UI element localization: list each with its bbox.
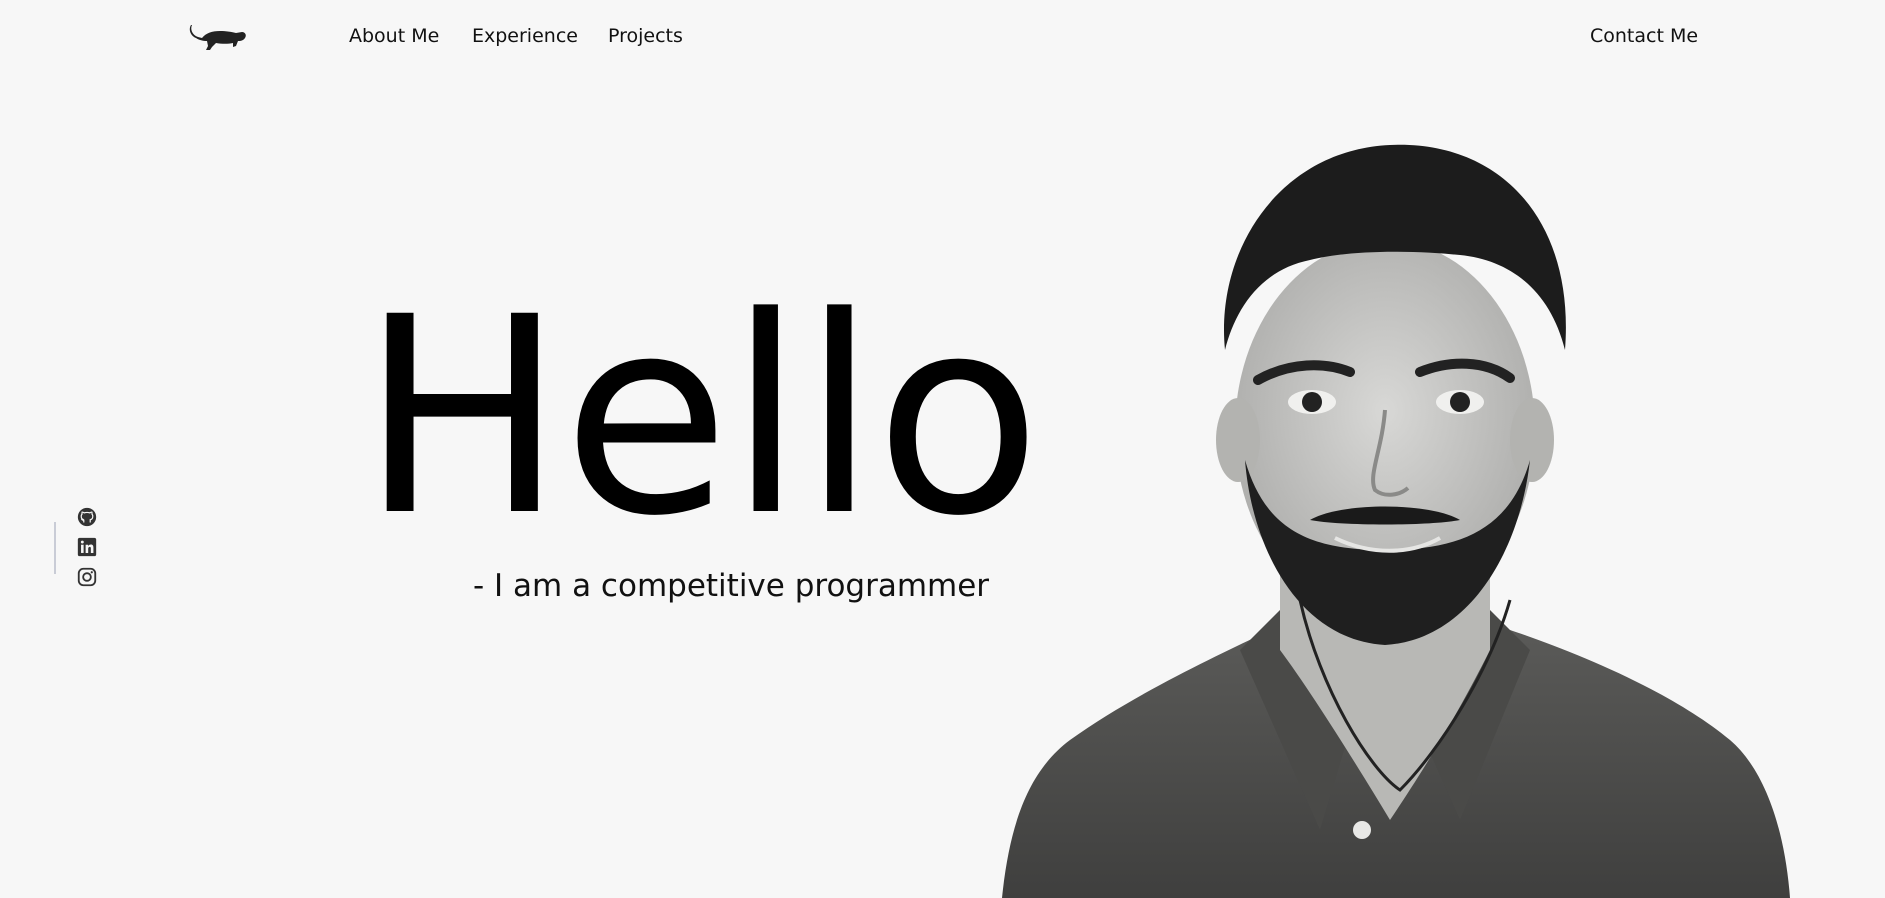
instagram-icon[interactable] — [76, 566, 98, 588]
profile-portrait — [1002, 144, 1790, 898]
hero-subtitle: - I am a competitive programmer — [473, 568, 990, 604]
nav-about-me[interactable]: About Me — [349, 25, 439, 47]
hero-title: Hello — [360, 260, 1041, 576]
nav-projects[interactable]: Projects — [608, 25, 683, 47]
github-icon[interactable] — [76, 506, 98, 528]
contact-me-link[interactable]: Contact Me — [1590, 25, 1698, 47]
social-divider — [54, 522, 56, 574]
linkedin-icon[interactable] — [76, 536, 98, 558]
panther-logo[interactable] — [188, 17, 248, 57]
nav-experience[interactable]: Experience — [472, 25, 578, 47]
